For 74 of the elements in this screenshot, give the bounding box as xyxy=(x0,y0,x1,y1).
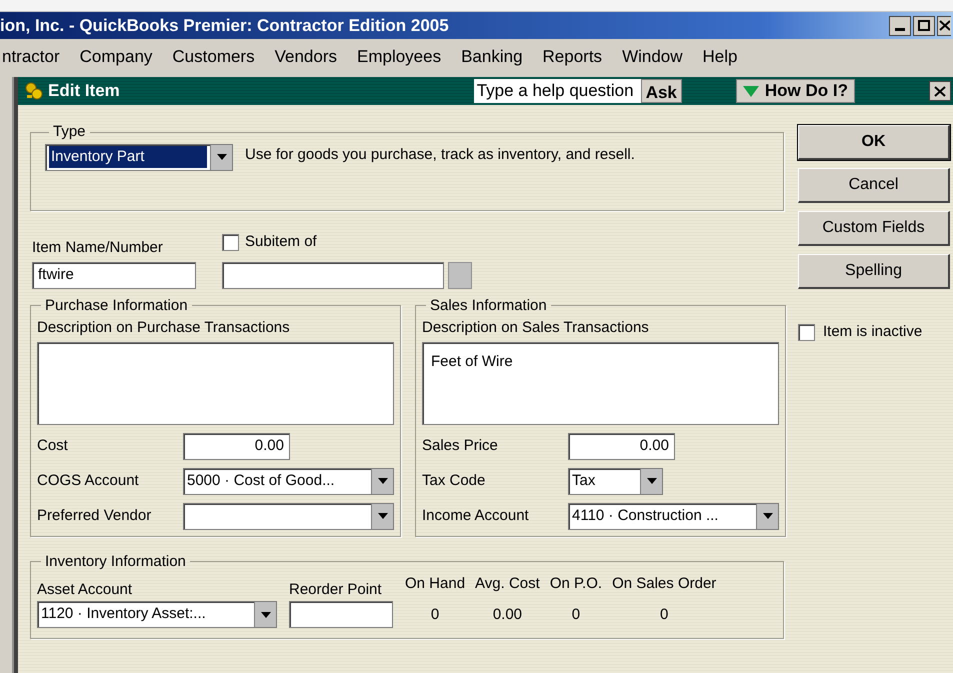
menu-item[interactable]: ntractor xyxy=(2,44,60,70)
field-label: Income Account xyxy=(422,506,530,526)
input-field[interactable]: ftwire xyxy=(32,262,196,288)
group-title: Purchase Information xyxy=(44,296,189,316)
stat-value: 0 xyxy=(660,604,668,624)
how-do-i-button[interactable]: How Do I? xyxy=(736,79,855,103)
dropdown[interactable]: Inventory Part xyxy=(45,144,233,170)
dropdown-arrow-icon xyxy=(260,612,270,618)
menu-item[interactable]: Window xyxy=(622,44,683,70)
ask-button[interactable]: Ask xyxy=(640,79,682,103)
dropdown[interactable] xyxy=(183,502,394,530)
stat-label: On Sales Order xyxy=(612,574,716,594)
menu-item[interactable]: Reports xyxy=(542,44,602,70)
field-label: Description on Purchase Transactions xyxy=(37,319,290,336)
field-label: Reorder Point xyxy=(289,580,383,600)
minimize-icon xyxy=(895,28,905,30)
checkbox-label: Subitem of xyxy=(245,232,317,252)
sales-description-field[interactable]: Feet of Wire xyxy=(422,342,779,424)
dropdown[interactable]: 4110 · Construction ... xyxy=(568,502,779,530)
stat-label: On P.O. xyxy=(550,574,602,594)
dialog-button[interactable]: Cancel xyxy=(798,168,950,203)
dialog-button[interactable]: Spelling xyxy=(798,254,950,289)
dropdown[interactable]: Tax xyxy=(568,468,663,494)
group-title: Type xyxy=(52,122,87,142)
field-label: Cost xyxy=(37,436,69,456)
dropdown-arrow-icon xyxy=(378,513,388,519)
dropdown[interactable]: 5000 · Cost of Good... xyxy=(183,468,394,494)
menu-item[interactable]: Company xyxy=(80,44,152,70)
maximize-icon xyxy=(918,20,930,31)
field-label: Item Name/Number xyxy=(32,238,164,258)
purchase-description-field[interactable] xyxy=(37,342,394,424)
triangle-down-icon xyxy=(742,86,759,96)
menu-item[interactable]: Banking xyxy=(461,44,523,70)
checkbox-label: Item is inactive xyxy=(823,322,922,342)
stat-label: Avg. Cost xyxy=(475,574,540,594)
close-button[interactable] xyxy=(929,81,951,101)
window-title: ion, Inc. - QuickBooks Premier: Contractor Edition 2005 xyxy=(0,14,450,37)
close-icon xyxy=(934,86,946,96)
group-title: Sales Information xyxy=(429,296,548,316)
close-button[interactable] xyxy=(937,16,951,36)
input-field[interactable]: 0.00 xyxy=(568,432,675,460)
field-label: Preferred Vendor xyxy=(37,506,152,526)
dropdown-arrow-icon xyxy=(216,154,226,160)
menu-item[interactable]: Employees xyxy=(356,44,442,70)
stat-value: 0 xyxy=(572,604,580,624)
input-field[interactable] xyxy=(222,262,444,288)
maximize-button[interactable] xyxy=(913,16,935,36)
stat-value: 0 xyxy=(430,604,440,624)
input-field[interactable] xyxy=(289,601,393,628)
stat-label: On Hand xyxy=(405,574,466,594)
dropdown-arrow-icon xyxy=(646,478,656,484)
help-question-field[interactable]: Type a help question xyxy=(474,79,641,103)
type-description: Use for goods you purchase, track as inventory, and resell. xyxy=(245,144,635,164)
field-label: Description on Sales Transactions xyxy=(422,319,649,336)
menu-item[interactable]: Customers xyxy=(172,44,255,70)
menu-item[interactable]: Help xyxy=(702,44,738,70)
minimize-button[interactable] xyxy=(889,16,911,36)
dropdown-arrow-icon xyxy=(762,513,772,519)
input-field[interactable]: 0.00 xyxy=(183,432,290,460)
checkbox[interactable] xyxy=(222,234,239,251)
checkbox[interactable] xyxy=(798,324,815,341)
stat-value: 0.00 xyxy=(492,604,522,624)
dialog-button[interactable]: Custom Fields xyxy=(798,211,950,246)
dialog-title: Edit Item xyxy=(48,80,121,102)
group-title: Inventory Information xyxy=(44,552,187,572)
dialog-button[interactable]: OK xyxy=(798,125,950,160)
field-label: Sales Price xyxy=(422,436,499,456)
field-label: Asset Account xyxy=(37,580,134,600)
dropdown[interactable]: 1120 · Inventory Asset:... xyxy=(37,601,277,628)
field-label: COGS Account xyxy=(37,470,140,491)
menu-item[interactable]: Vendors xyxy=(274,44,337,70)
dropdown-arrow-icon xyxy=(378,478,388,484)
close-icon xyxy=(938,20,950,31)
field-label: Tax Code xyxy=(422,470,486,491)
